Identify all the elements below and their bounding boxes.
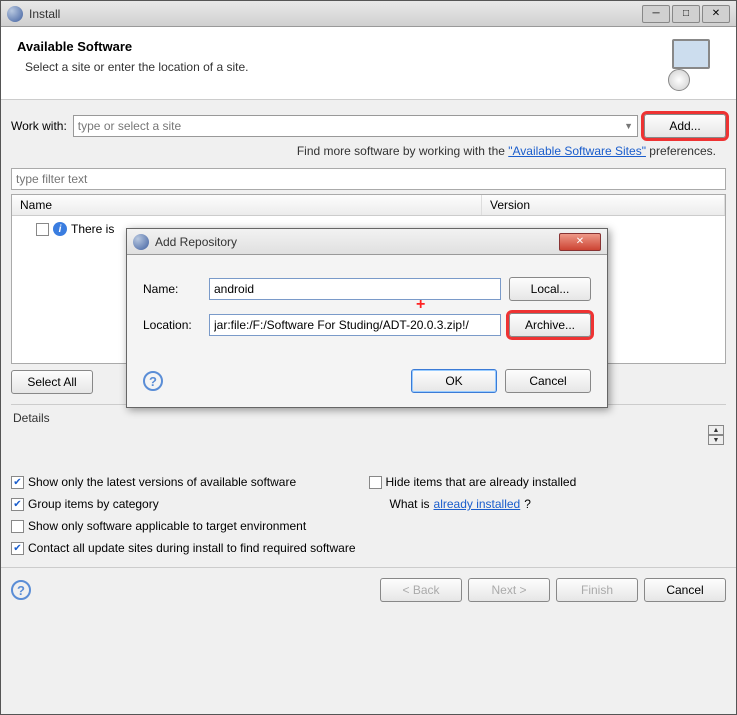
window-buttons: ─ □ ✕ bbox=[642, 5, 730, 23]
local-button[interactable]: Local... bbox=[509, 277, 591, 301]
work-with-placeholder: type or select a site bbox=[78, 119, 181, 133]
target-env-label: Show only software applicable to target … bbox=[28, 519, 306, 533]
name-input[interactable] bbox=[209, 278, 501, 300]
column-version[interactable]: Version bbox=[482, 195, 725, 215]
contact-all-checkbox[interactable] bbox=[11, 542, 24, 555]
header-title: Available Software bbox=[17, 39, 672, 54]
cancel-button[interactable]: Cancel bbox=[644, 578, 726, 602]
finish-button[interactable]: Finish bbox=[556, 578, 638, 602]
details-label: Details bbox=[13, 411, 50, 425]
add-button[interactable]: Add... bbox=[644, 114, 726, 138]
hide-installed-label: Hide items that are already installed bbox=[386, 475, 577, 489]
details-up-button[interactable]: ▲ bbox=[708, 425, 724, 435]
maximize-button[interactable]: □ bbox=[672, 5, 700, 23]
archive-button[interactable]: Archive... bbox=[509, 313, 591, 337]
details-down-button[interactable]: ▼ bbox=[708, 435, 724, 445]
eclipse-icon bbox=[7, 6, 23, 22]
modal-cancel-button[interactable]: Cancel bbox=[505, 369, 591, 393]
wizard-header: Available Software Select a site or ente… bbox=[1, 27, 736, 100]
find-more-text: Find more software by working with the "… bbox=[11, 144, 716, 158]
already-installed-link[interactable]: already installed bbox=[434, 497, 521, 511]
hide-installed-checkbox[interactable] bbox=[369, 476, 382, 489]
group-category-checkbox[interactable] bbox=[11, 498, 24, 511]
install-banner-icon bbox=[672, 39, 720, 87]
show-latest-checkbox[interactable] bbox=[11, 476, 24, 489]
info-icon: i bbox=[53, 222, 67, 236]
group-category-label: Group items by category bbox=[28, 497, 159, 511]
modal-close-button[interactable]: ✕ bbox=[559, 233, 601, 251]
modal-title: Add Repository bbox=[155, 235, 559, 249]
details-section: Details ▲ ▼ bbox=[11, 404, 726, 471]
what-is-text: What is bbox=[390, 497, 430, 511]
add-repository-dialog: Add Repository ✕ Name: Local... Location… bbox=[126, 228, 608, 408]
eclipse-icon bbox=[133, 234, 149, 250]
header-subtitle: Select a site or enter the location of a… bbox=[25, 60, 672, 74]
minimize-button[interactable]: ─ bbox=[642, 5, 670, 23]
select-all-button[interactable]: Select All bbox=[11, 370, 93, 394]
available-sites-link[interactable]: "Available Software Sites" bbox=[508, 144, 646, 158]
wizard-footer: ? < Back Next > Finish Cancel bbox=[1, 567, 736, 612]
close-button[interactable]: ✕ bbox=[702, 5, 730, 23]
filter-input[interactable] bbox=[11, 168, 726, 190]
main-titlebar: Install ─ □ ✕ bbox=[1, 1, 736, 27]
name-label: Name: bbox=[143, 282, 201, 296]
modal-help-icon[interactable]: ? bbox=[143, 371, 163, 391]
window-title: Install bbox=[29, 7, 642, 21]
location-label: Location: bbox=[143, 318, 201, 332]
contact-all-label: Contact all update sites during install … bbox=[28, 541, 356, 555]
combo-arrow-icon: ▼ bbox=[624, 121, 633, 131]
ok-button[interactable]: OK bbox=[411, 369, 497, 393]
row-text: There is bbox=[71, 222, 114, 236]
row-checkbox[interactable] bbox=[36, 223, 49, 236]
column-name[interactable]: Name bbox=[12, 195, 482, 215]
show-latest-label: Show only the latest versions of availab… bbox=[28, 475, 296, 489]
location-input[interactable] bbox=[209, 314, 501, 336]
back-button[interactable]: < Back bbox=[380, 578, 462, 602]
next-button[interactable]: Next > bbox=[468, 578, 550, 602]
help-icon[interactable]: ? bbox=[11, 580, 31, 600]
work-with-combo[interactable]: type or select a site ▼ bbox=[73, 115, 638, 137]
target-env-checkbox[interactable] bbox=[11, 520, 24, 533]
modal-titlebar: Add Repository ✕ bbox=[127, 229, 607, 255]
work-with-label: Work with: bbox=[11, 119, 67, 133]
